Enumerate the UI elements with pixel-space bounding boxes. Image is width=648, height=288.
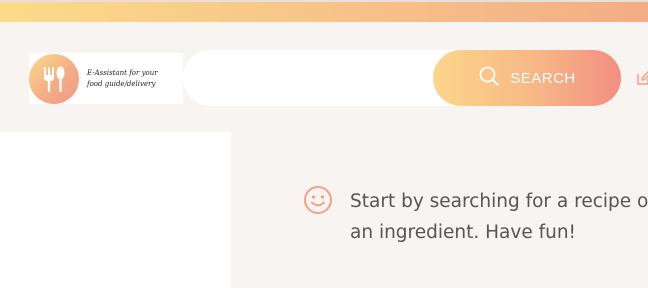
- smile-icon: [303, 185, 333, 215]
- empty-state-message: Start by searching for a recipe or an in…: [350, 186, 648, 248]
- search-button[interactable]: SEARCH: [433, 50, 621, 106]
- empty-message-line1: Start by searching for a recipe or: [350, 191, 648, 212]
- logo-tagline: E-Assistant for your food guide/delivery: [87, 68, 158, 88]
- fork-spoon-icon: [29, 53, 79, 104]
- search-button-label: SEARCH: [510, 69, 576, 87]
- logo[interactable]: E-Assistant for your food guide/delivery: [29, 53, 183, 104]
- search-icon: [478, 65, 500, 91]
- results-sidebar: [0, 132, 231, 288]
- top-gradient-bar: [0, 0, 648, 22]
- edit-icon[interactable]: [636, 70, 648, 86]
- empty-message-line2: an ingredient. Have fun!: [350, 222, 576, 243]
